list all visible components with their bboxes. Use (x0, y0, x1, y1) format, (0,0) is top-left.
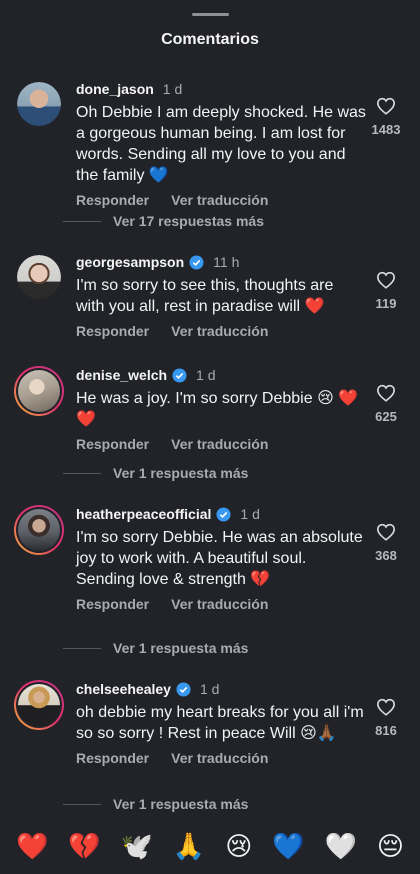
like-button[interactable]: 625 (366, 384, 406, 424)
reply-button[interactable]: Responder (76, 323, 149, 339)
like-count: 625 (375, 409, 397, 424)
view-replies-button[interactable]: Ver 1 respuesta más (63, 796, 248, 812)
verified-badge-icon (176, 681, 191, 697)
view-replies-button[interactable]: Ver 1 respuesta más (63, 465, 248, 481)
broken-heart-emoji-button[interactable]: 💔 (68, 834, 100, 860)
story-ring-avatar[interactable] (14, 680, 64, 730)
heart-icon (376, 271, 396, 289)
red-heart-emoji-button[interactable]: ❤️ (16, 834, 48, 860)
like-count: 816 (375, 723, 397, 738)
comment-time: 1 d (162, 81, 183, 97)
heart-icon (376, 698, 396, 716)
avatar[interactable] (17, 255, 61, 299)
comment-username[interactable]: done_jason (76, 81, 154, 97)
verified-badge-icon (189, 254, 204, 270)
praying-hands-emoji-button[interactable]: 🙏 (173, 834, 205, 860)
comment-text: He was a joy. I'm so sorry Debbie 😢 ❤️❤️ (76, 390, 359, 428)
like-button[interactable]: 119 (366, 271, 406, 311)
like-button[interactable]: 368 (366, 523, 406, 563)
like-count: 1483 (371, 122, 401, 137)
translate-button[interactable]: Ver traducción (171, 192, 268, 208)
comment-username[interactable]: georgesampson (76, 254, 184, 270)
translate-button[interactable]: Ver traducción (171, 323, 268, 339)
heart-icon (376, 384, 396, 402)
comment-time: 1 d (199, 681, 220, 697)
translate-button[interactable]: Ver traducción (171, 596, 268, 612)
comment-username[interactable]: chelseehealey (76, 681, 171, 697)
reply-button[interactable]: Responder (76, 596, 149, 612)
reply-button[interactable]: Responder (76, 192, 149, 208)
like-count: 368 (375, 548, 397, 563)
story-ring-avatar[interactable] (14, 505, 64, 555)
comment-text: oh debbie my heart breaks for you all i'… (76, 704, 364, 742)
verified-badge-icon (172, 367, 187, 383)
like-count: 119 (375, 296, 397, 311)
translate-button[interactable]: Ver traducción (171, 436, 268, 452)
blue-heart-emoji-button[interactable]: 💙 (272, 834, 304, 860)
heart-icon (376, 97, 396, 115)
translate-button[interactable]: Ver traducción (171, 750, 268, 766)
comment-time: 1 d (196, 367, 216, 383)
divider (63, 220, 101, 222)
like-button[interactable]: 816 (366, 698, 406, 738)
comment-text: Oh Debbie I am deeply shocked. He was a … (76, 104, 366, 184)
comment-text: I'm so sorry to see this, thoughts are w… (76, 277, 334, 315)
white-heart-emoji-button[interactable]: 🤍 (325, 834, 357, 860)
comment-text: I'm so sorry Debbie. He was an absolute … (76, 529, 363, 588)
dove-emoji-button[interactable]: 🕊️ (121, 834, 153, 860)
drag-handle[interactable] (192, 13, 229, 16)
like-button[interactable]: 1483 (366, 97, 406, 137)
pensive-face-emoji-button[interactable]: 😔 (377, 834, 404, 860)
reply-button[interactable]: Responder (76, 436, 149, 452)
story-ring-avatar[interactable] (14, 366, 64, 416)
view-replies-button[interactable]: Ver 17 respuestas más (63, 213, 264, 229)
emoji-reaction-bar: ❤️ 💔 🕊️ 🙏 😢 💙 🤍 😔 (0, 820, 420, 874)
verified-badge-icon (216, 506, 231, 522)
sheet-title: Comentarios (161, 31, 259, 48)
view-replies-button[interactable]: Ver 1 respuesta más (63, 640, 248, 656)
crying-face-emoji-button[interactable]: 😢 (225, 834, 252, 860)
reply-button[interactable]: Responder (76, 750, 149, 766)
divider (63, 803, 101, 805)
comments-sheet: Comentarios done_jason 1 d Oh Debbie I am… (0, 0, 420, 874)
divider (63, 472, 101, 474)
comment-username[interactable]: heatherpeaceofficial (76, 506, 211, 522)
heart-icon (376, 523, 396, 541)
avatar[interactable] (17, 82, 61, 126)
comment-time: 1 d (240, 506, 260, 522)
divider (63, 647, 101, 649)
comment-username[interactable]: denise_welch (76, 367, 167, 383)
comment-time: 11 h (213, 254, 240, 270)
